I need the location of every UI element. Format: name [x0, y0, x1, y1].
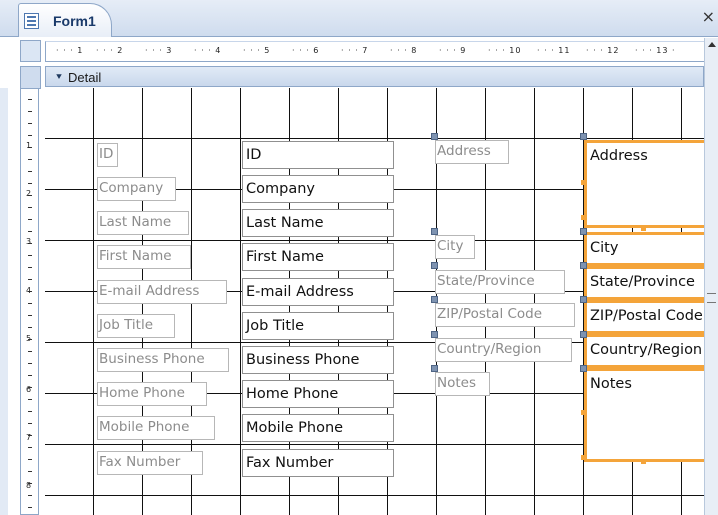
vruler-mark-1: 1: [26, 141, 32, 150]
label-home-phone[interactable]: Home Phone: [97, 382, 207, 406]
textbox-last-name[interactable]: Last Name: [242, 209, 394, 237]
ruler-mark-1: 1: [77, 46, 84, 55]
ruler-mark-2: 2: [117, 46, 124, 55]
expand-arrow-icon: ⯆: [55, 72, 63, 83]
ruler-mark-3: 3: [166, 46, 173, 55]
vruler-mark-6: 6: [26, 385, 32, 394]
label-first-name[interactable]: First Name: [97, 245, 191, 269]
textbox-job-title[interactable]: Job Title: [242, 312, 394, 340]
scroll-up-icon[interactable]: [708, 42, 716, 47]
textbox-city[interactable]: City: [584, 232, 704, 266]
close-icon[interactable]: ×: [702, 7, 715, 26]
vruler-mark-8: 8: [26, 481, 32, 490]
form-selector[interactable]: [20, 40, 41, 62]
label-state-province[interactable]: State/Province: [435, 270, 565, 294]
label-company[interactable]: Company: [97, 177, 176, 201]
ruler-mark-11: 11: [558, 46, 571, 55]
move-handle-notes[interactable]: [431, 365, 438, 372]
move-handle-textbox-notes[interactable]: [580, 365, 587, 372]
move-handle-city[interactable]: [431, 228, 438, 235]
textbox-id[interactable]: ID: [242, 141, 394, 169]
ruler-mark-5: 5: [264, 46, 271, 55]
horizontal-ruler[interactable]: · · · 1 · · · 2 · · · 3 · · · 4 · · · 5 …: [45, 41, 705, 62]
vertical-ruler[interactable]: 1 2 3 4 5 6 7 8: [20, 88, 39, 515]
ruler-mark-13: 13: [656, 46, 669, 55]
label-fax-number[interactable]: Fax Number: [97, 451, 203, 475]
sizing-handle[interactable]: [581, 455, 586, 460]
textbox-company[interactable]: Company: [242, 175, 394, 203]
sizing-handle[interactable]: [581, 410, 586, 415]
move-handle-textbox-city[interactable]: [580, 228, 587, 235]
ruler-mark-10: 10: [509, 46, 522, 55]
vruler-mark-5: 5: [26, 334, 32, 343]
label-id[interactable]: ID: [97, 143, 118, 167]
textbox-email-address[interactable]: E-mail Address: [242, 278, 394, 306]
textbox-address[interactable]: Address: [584, 140, 704, 228]
section-selector[interactable]: [20, 66, 41, 89]
move-handle-address[interactable]: [431, 133, 438, 140]
label-notes[interactable]: Notes: [435, 372, 490, 396]
ruler-mark-7: 7: [362, 46, 369, 55]
move-handle-state[interactable]: [431, 262, 438, 269]
ruler-mark-12: 12: [607, 46, 620, 55]
label-email-address[interactable]: E-mail Address: [97, 280, 227, 304]
form-icon: [24, 13, 39, 29]
move-handle-textbox-address[interactable]: [580, 133, 587, 140]
ruler-mark-8: 8: [411, 46, 418, 55]
vruler-mark-3: 3: [26, 237, 32, 246]
textbox-zip-postal-code[interactable]: ZIP/Postal Code: [584, 300, 704, 334]
sizing-handle[interactable]: [581, 180, 586, 185]
ruler-mark-6: 6: [313, 46, 320, 55]
sizing-handle[interactable]: [641, 459, 646, 464]
vertical-scrollbar[interactable]: [704, 38, 718, 515]
label-last-name[interactable]: Last Name: [97, 211, 189, 235]
textbox-business-phone[interactable]: Business Phone: [242, 346, 394, 374]
textbox-first-name[interactable]: First Name: [242, 243, 394, 271]
detail-section-bar[interactable]: ⯆ Detail: [45, 66, 704, 87]
textbox-notes[interactable]: Notes: [584, 368, 704, 462]
vruler-mark-7: 7: [26, 433, 32, 442]
sizing-handle[interactable]: [641, 226, 646, 231]
label-city[interactable]: City: [435, 235, 475, 259]
move-handle-zip[interactable]: [431, 296, 438, 303]
label-business-phone[interactable]: Business Phone: [97, 348, 229, 372]
ruler-mark-4: 4: [215, 46, 222, 55]
sizing-handle[interactable]: [581, 215, 586, 220]
move-handle-textbox-country[interactable]: [580, 331, 587, 338]
textbox-home-phone[interactable]: Home Phone: [242, 380, 394, 408]
textbox-fax-number[interactable]: Fax Number: [242, 449, 394, 477]
left-margin: [0, 88, 8, 515]
ruler-mark-9: 9: [460, 46, 467, 55]
move-handle-textbox-state[interactable]: [580, 262, 587, 269]
textbox-state-province[interactable]: State/Province: [584, 266, 704, 300]
move-handle-country[interactable]: [431, 331, 438, 338]
label-job-title[interactable]: Job Title: [97, 314, 175, 338]
vruler-mark-4: 4: [26, 286, 32, 295]
label-country-region[interactable]: Country/Region: [435, 338, 572, 362]
label-mobile-phone[interactable]: Mobile Phone: [97, 416, 215, 440]
document-tab-form1[interactable]: Form1: [18, 3, 112, 37]
tab-title: Form1: [53, 13, 96, 29]
move-handle-textbox-zip[interactable]: [580, 296, 587, 303]
document-tab-bar: Form1 ×: [0, 0, 718, 37]
vruler-mark-2: 2: [26, 189, 32, 198]
textbox-mobile-phone[interactable]: Mobile Phone: [242, 414, 394, 442]
ruler-ticks: [28, 89, 32, 514]
detail-design-grid[interactable]: ID Company Last Name First Name E-mail A…: [45, 88, 704, 515]
textbox-country-region[interactable]: Country/Region: [584, 334, 704, 368]
section-title: Detail: [68, 70, 102, 85]
scroll-grip-icon: [707, 293, 716, 303]
label-zip-postal-code[interactable]: ZIP/Postal Code: [435, 303, 575, 327]
label-address[interactable]: Address: [435, 140, 509, 164]
